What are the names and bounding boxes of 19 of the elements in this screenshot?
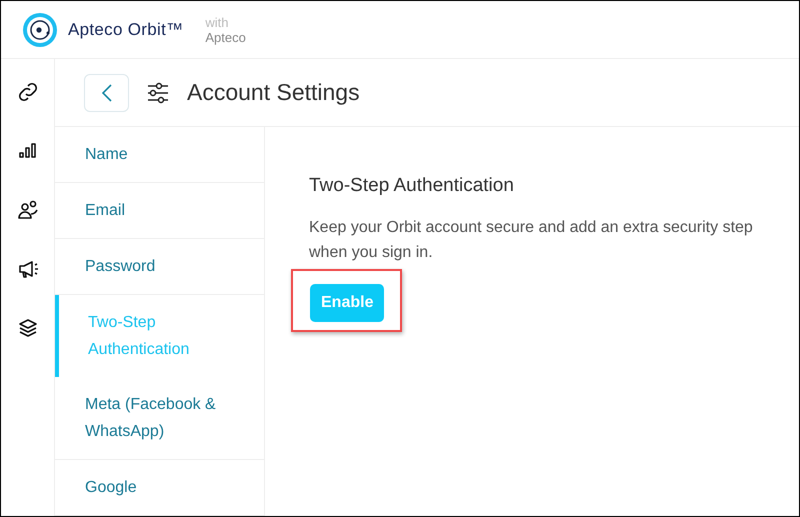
product-name: Apteco Orbit™ [68,20,184,40]
back-icon[interactable] [100,82,112,102]
people-icon[interactable] [16,199,38,221]
back-button[interactable] [84,74,129,112]
settings-menu-item[interactable]: Email [55,183,264,239]
description-text: Keep your Orbit account secure and add an extra security step when you sign in. [309,218,754,263]
page-title: Account Settings [187,79,360,106]
link-icon[interactable] [16,81,38,103]
settings-menu-item[interactable]: Password [55,239,264,295]
megaphone-icon[interactable] [16,258,38,280]
logo-icon [23,12,57,46]
sliders-icon [147,82,169,104]
section-heading: Two-Step Authentication [309,175,515,197]
settings-menu-item[interactable]: Google [55,460,264,516]
layers-icon[interactable] [16,317,38,339]
settings-menu-item[interactable]: Meta (Facebook & WhatsApp) [55,377,264,460]
brand-name: Apteco [205,30,246,44]
settings-menu-item[interactable]: Name [55,127,264,183]
with-label: with [205,14,230,30]
